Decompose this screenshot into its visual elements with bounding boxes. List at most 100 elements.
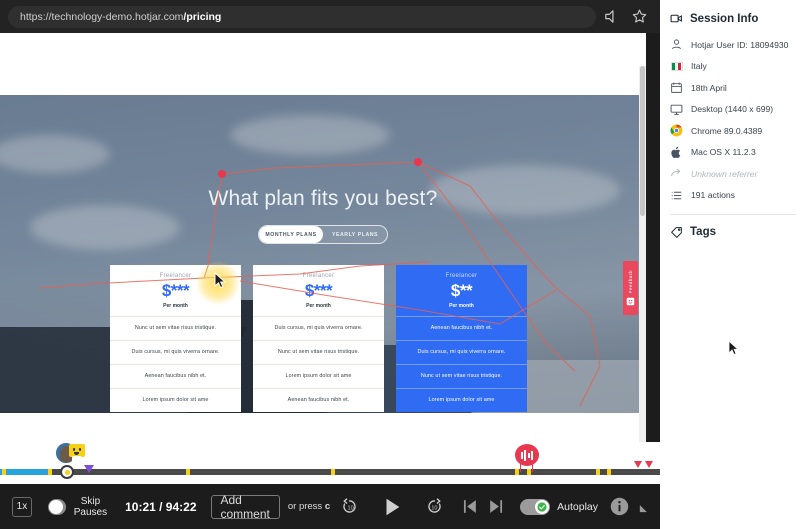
timeline-event-marker[interactable] [48, 469, 52, 475]
calendar-icon [670, 81, 683, 94]
next-session-button[interactable] [487, 497, 506, 516]
badge-bar [531, 450, 534, 460]
timeline-event-marker[interactable] [607, 469, 611, 475]
tab-monthly-plans[interactable]: MONTHLY PLANS [259, 226, 323, 243]
plan-cta-wrap: GET IN TOUCH NOW [253, 412, 384, 413]
press-c-hint: or press c [288, 501, 330, 512]
plan-feature-item: Nunc ut sem vitae risus tristique. [396, 363, 527, 388]
timeline-page-change-marker[interactable] [84, 465, 94, 473]
playhead-dot [64, 469, 70, 475]
flag-italy-icon [670, 60, 683, 73]
session-info-sidebar: Session Info Hotjar User ID: 18094930 Ita… [660, 0, 805, 529]
tag-icon [670, 226, 683, 239]
skip-pauses-toggle[interactable] [47, 498, 66, 515]
page-scrollbar-thumb[interactable] [640, 66, 645, 216]
timeline-event-marker[interactable] [515, 469, 519, 475]
plan-cta-wrap: GET IN TOUCH NOW [396, 412, 527, 413]
check-icon [537, 501, 547, 512]
session-info-row: Italy [670, 60, 805, 73]
share-icon[interactable] [598, 4, 624, 30]
badge-connector [520, 464, 521, 472]
timeline-rage-marker[interactable] [634, 461, 642, 468]
plan-period: Per month [449, 302, 474, 309]
press-hint-prefix: or press [287, 501, 325, 512]
recorded-page-viewport: What plan fits you best? MONTHLY PLANS Y… [0, 33, 646, 442]
autoplay-toggle[interactable]: Autoplay [520, 498, 598, 515]
play-button[interactable] [381, 496, 403, 518]
feedback-tab[interactable]: Feedback [623, 261, 638, 315]
plan-feature-item: Aenean faucibus nibh et. [110, 363, 241, 388]
timeline-event-marker[interactable] [596, 469, 600, 475]
apple-icon [670, 146, 683, 159]
plan-billing-toggle[interactable]: MONTHLY PLANS YEARLY PLANS [258, 225, 388, 244]
session-info-row: Chrome 89.0.4389 [670, 124, 805, 137]
plan-cta-wrap: GET IN TOUCH NOW [110, 412, 241, 413]
url-input[interactable]: https://technology-demo.hotjar.com/prici… [8, 5, 596, 28]
session-info-label: Mac OS X 11.2.3 [691, 147, 756, 157]
timeline-event-marker[interactable] [527, 469, 531, 475]
session-replay-window: https://technology-demo.hotjar.com/prici… [0, 0, 805, 529]
session-info-row: 18th April [670, 81, 805, 94]
desktop-icon [670, 103, 683, 116]
url-base: https://technology-demo.hotjar.com [20, 10, 184, 23]
plan-name: Freelancer [445, 273, 478, 279]
user-icon [670, 38, 683, 51]
session-info-row: Unknown referrer [670, 167, 805, 180]
rewind-10-icon[interactable]: 10 [340, 497, 359, 516]
mascot-eye [79, 448, 81, 451]
autoplay-switch[interactable] [520, 498, 551, 515]
url-text: https://technology-demo.hotjar.com/prici… [20, 11, 221, 23]
plan-feature-item: Aenean faucibus nibh et. [253, 387, 384, 412]
plan-feature-list: Duis cursus, mi quis viverra ornare. Nunc… [253, 315, 384, 412]
session-info-row: Desktop (1440 x 699) [670, 103, 805, 116]
tags-title: Tags [670, 226, 805, 239]
forward-10-icon[interactable]: 10 [425, 497, 444, 516]
browser-url-bar: https://technology-demo.hotjar.com/prici… [0, 0, 660, 33]
plan-feature-item: Aenean faucibus nibh et. [396, 315, 527, 340]
plan-price: $*** [304, 281, 333, 300]
press-hint-key: c [324, 501, 331, 512]
timeline-event-marker[interactable] [186, 469, 190, 475]
chrome-icon [670, 124, 683, 137]
plan-feature-list: Aenean faucibus nibh et. Duis cursus, mi … [396, 315, 527, 412]
plan-feature-item: Lorem ipsum dolor sit ame [253, 363, 384, 388]
pricing-card-body: Freelancer $*** Per month Duis cursus, mi q… [253, 265, 384, 412]
previous-session-button[interactable] [460, 497, 479, 516]
pricing-card-body: Freelancer $** Per month Aenean faucibus ni… [396, 265, 527, 412]
plan-feature-item: Lorem ipsum dolor sit ame [110, 387, 241, 412]
plan-feature-item: Nunc ut sem vitae risus tristique. [253, 339, 384, 364]
plan-name: Freelancer [302, 273, 335, 279]
player-controls: 1x Skip Pauses 10:21 / 94:22 Add comment… [0, 484, 660, 529]
sidebar-title-label: Session Info [690, 12, 759, 25]
svg-text:10: 10 [431, 506, 437, 512]
mascot-body [72, 456, 82, 464]
cursor-pointer-icon [214, 272, 227, 289]
mascot-illustration [68, 444, 86, 464]
timeline-playhead[interactable] [60, 465, 74, 479]
plan-period: Per month [306, 302, 331, 309]
info-icon[interactable] [610, 497, 629, 516]
timeline-event-marker[interactable] [331, 469, 335, 475]
timeline-activity-badge[interactable] [515, 444, 539, 466]
star-icon[interactable] [626, 4, 652, 30]
add-comment-button[interactable]: Add comment [210, 493, 280, 521]
autoplay-label: Autoplay [557, 500, 598, 513]
plan-feature-item: Nunc ut sem vitae risus tristique. [110, 315, 241, 340]
plan-feature-item: Lorem ipsum dolor sit ame [396, 387, 527, 412]
session-info-label: Italy [691, 61, 707, 71]
page-scrollbar[interactable] [639, 66, 646, 442]
video-icon [670, 12, 683, 25]
timeline-track[interactable] [0, 469, 660, 475]
plan-feature-item: Duis cursus, mi quis viverra ornare. [253, 315, 384, 340]
plan-feature-list: Nunc ut sem vitae risus tristique. Duis c… [110, 315, 241, 412]
session-info-row: Hotjar User ID: 18094930 [670, 38, 805, 51]
playback-speed-button[interactable]: 1x [12, 496, 32, 517]
pricing-card: Freelancer $** Per month Aenean faucibus ni… [396, 265, 527, 413]
timeline-rage-marker[interactable] [645, 461, 653, 468]
tab-yearly-plans[interactable]: YEARLY PLANS [323, 226, 387, 243]
fullscreen-icon[interactable] [637, 498, 654, 515]
autoplay-knob [535, 499, 550, 514]
timeline-progress-fill [0, 469, 48, 475]
timeline-event-marker[interactable] [2, 469, 6, 475]
timeline[interactable] [0, 442, 660, 484]
